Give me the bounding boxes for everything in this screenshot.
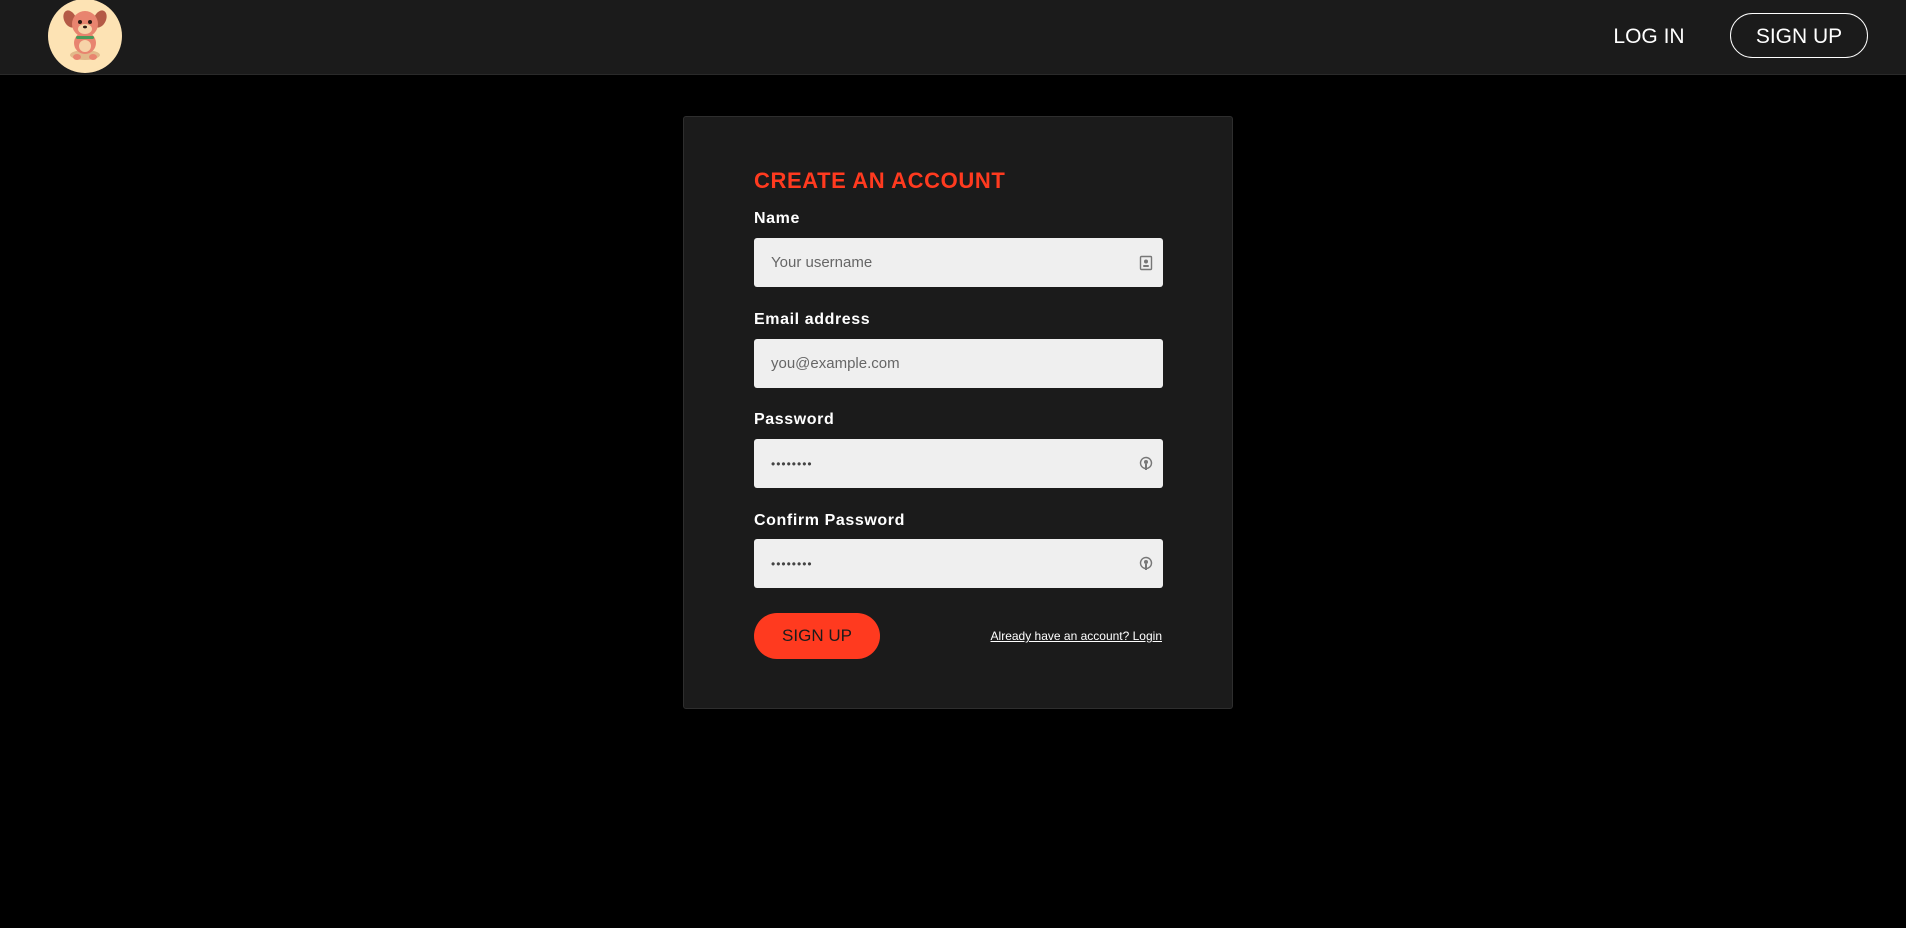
email-label: Email address	[754, 311, 871, 328]
password-key-icon[interactable]	[1139, 556, 1153, 572]
puppy-logo-icon[interactable]	[48, 0, 122, 73]
password-field	[754, 439, 1163, 488]
password-input[interactable]	[754, 439, 1163, 488]
form-title: CREATE AN ACCOUNT	[754, 168, 1006, 193]
nav-signup-button[interactable]: SIGN UP	[1730, 13, 1868, 58]
email-input[interactable]	[754, 339, 1163, 388]
top-navbar: LOG IN SIGN UP	[0, 0, 1906, 75]
password-key-icon[interactable]	[1139, 456, 1153, 472]
signup-form-card: CREATE AN ACCOUNT Name Email address Pas…	[683, 116, 1233, 709]
confirm-password-field	[754, 539, 1163, 588]
confirm-password-input[interactable]	[754, 539, 1163, 588]
contact-card-icon[interactable]	[1139, 255, 1153, 271]
nav-login-link[interactable]: LOG IN	[1604, 22, 1694, 52]
login-link[interactable]: Already have an account? Login	[991, 629, 1162, 643]
name-field	[754, 238, 1163, 287]
name-label: Name	[754, 210, 800, 227]
name-input[interactable]	[754, 238, 1163, 287]
password-label: Password	[754, 411, 835, 428]
signup-submit-button[interactable]: SIGN UP	[754, 613, 880, 659]
email-field	[754, 339, 1163, 388]
confirm-password-label: Confirm Password	[754, 512, 905, 529]
